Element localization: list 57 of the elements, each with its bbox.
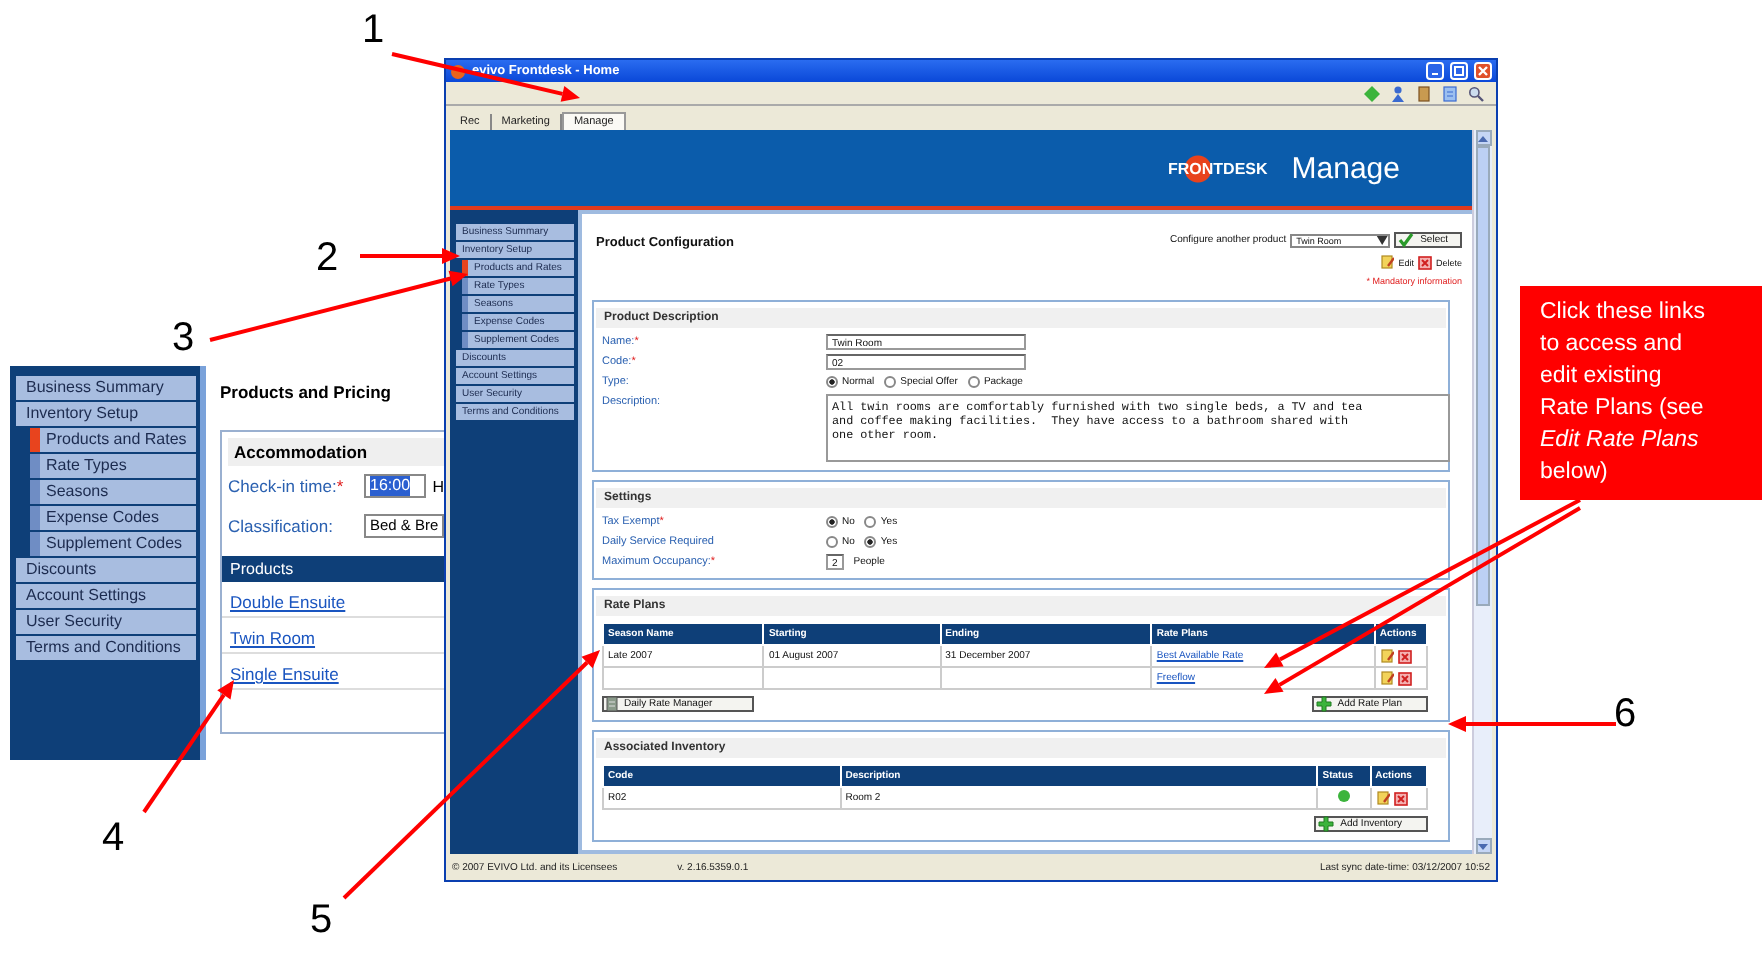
minimize-button[interactable] — [1426, 62, 1444, 80]
sidebar-item[interactable]: Discounts — [16, 558, 196, 582]
caret-icon[interactable] — [1478, 135, 1488, 141]
product-link[interactable]: Double Ensuite — [230, 592, 346, 612]
sidebar-item[interactable]: Supplement Codes — [30, 532, 196, 556]
maximize-icon — [1454, 66, 1464, 76]
product-link[interactable]: Single Ensuite — [230, 664, 339, 684]
sidebar-item[interactable]: Expense Codes — [30, 506, 196, 530]
status-icon — [1337, 790, 1350, 802]
step-number: 1 — [362, 8, 385, 52]
sidebar-item[interactable]: User Security — [16, 610, 196, 634]
book-icon[interactable] — [1416, 85, 1432, 101]
panel-header: Accommodation — [228, 438, 444, 466]
caret-icon[interactable] — [1478, 843, 1488, 849]
sidebar-item[interactable]: Inventory Setup — [16, 402, 196, 426]
sidebar-item[interactable]: Rate Types — [30, 454, 196, 478]
edit-icon[interactable] — [1375, 790, 1390, 806]
section-title: Products and Pricing — [220, 382, 393, 402]
page-title: Manage — [1291, 151, 1400, 185]
column-header: Products — [222, 556, 444, 582]
step-number: 6 — [1614, 692, 1637, 736]
close-icon — [1478, 66, 1488, 76]
plus-icon — [1318, 816, 1335, 832]
step-number: 5 — [310, 898, 333, 942]
calendar-icon — [606, 696, 618, 712]
field-label: Classification: — [228, 516, 335, 536]
annotation-arrow — [360, 248, 460, 264]
delete-icon[interactable] — [1397, 671, 1412, 685]
sidebar-item[interactable]: Account Settings — [16, 584, 196, 608]
input-field[interactable]: 16:00 — [364, 474, 427, 498]
step-number: 4 — [102, 816, 125, 860]
unit-label: H — [432, 477, 444, 495]
check-icon — [1398, 232, 1415, 248]
document-icon[interactable] — [1442, 85, 1458, 101]
step-number: 2 — [316, 236, 339, 280]
callout-note: Click these links to access and edit existing Rate Plans (see Edit Rate Plans below) — [1520, 286, 1762, 500]
plus-icon — [1315, 696, 1332, 712]
field-label: Check-in time:* — [228, 476, 346, 496]
maximize-button[interactable] — [1450, 62, 1468, 80]
edit-icon[interactable] — [1379, 648, 1394, 664]
sidebar-item[interactable]: Seasons — [30, 480, 196, 504]
sidebar-item[interactable]: Terms and Conditions — [16, 636, 196, 660]
product-link[interactable]: Twin Room — [230, 628, 316, 648]
step-number: 3 — [172, 316, 195, 360]
edit-icon[interactable] — [1379, 670, 1394, 686]
scrollbar[interactable] — [1472, 130, 1492, 854]
annotation-arrow — [142, 680, 234, 814]
close-button[interactable] — [1474, 62, 1492, 80]
sidebar-item[interactable]: Business Summary — [16, 376, 196, 400]
app-icon — [450, 63, 466, 79]
person-icon[interactable] — [1390, 85, 1406, 101]
delete-icon[interactable] — [1397, 649, 1412, 663]
edit-icon[interactable] — [1380, 254, 1395, 270]
sidebar-item[interactable]: Products and Rates — [30, 428, 196, 452]
delete-icon[interactable] — [1417, 255, 1432, 269]
search-icon[interactable] — [1468, 85, 1484, 101]
delete-icon[interactable] — [1393, 791, 1408, 805]
